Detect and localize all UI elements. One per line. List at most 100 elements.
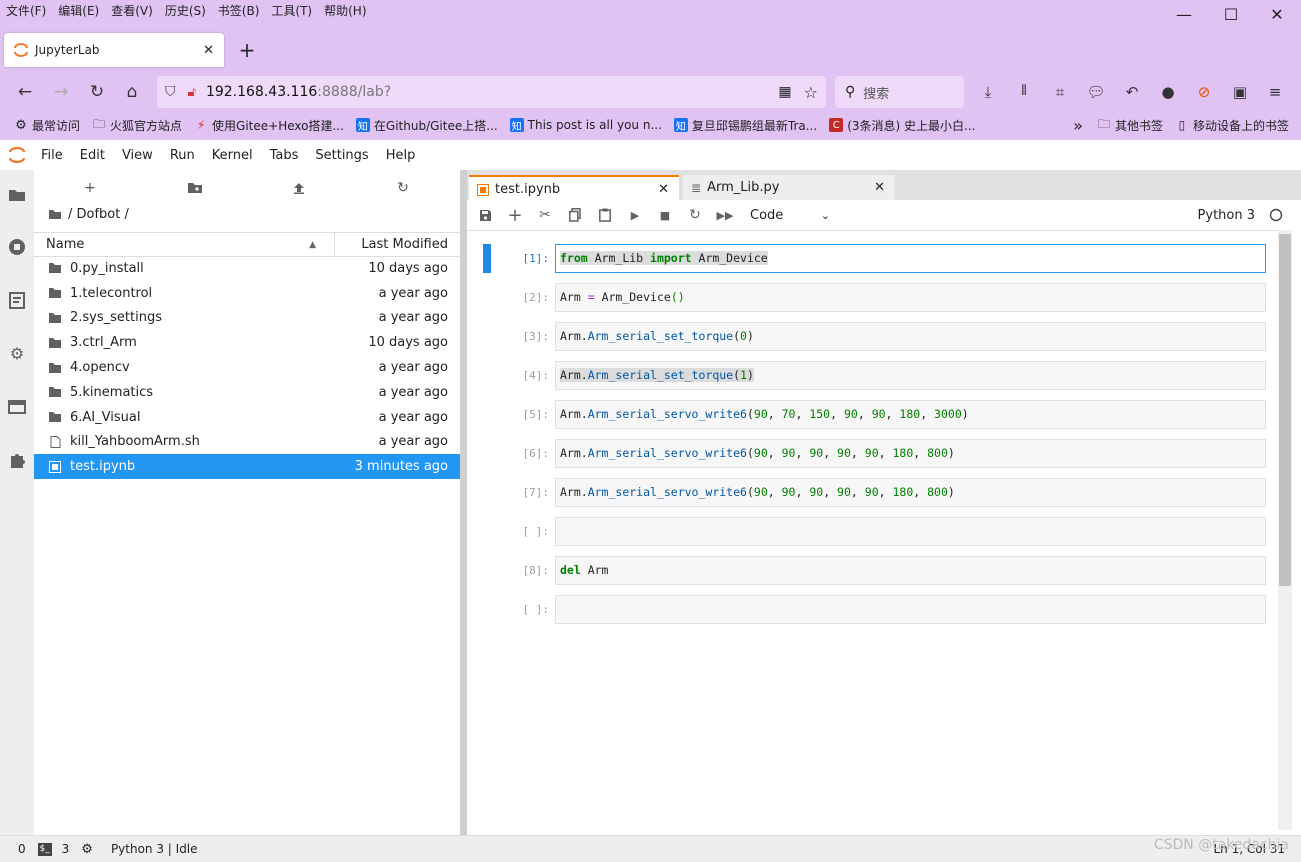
- cell-input[interactable]: Arm.Arm_serial_set_torque(0): [555, 322, 1266, 351]
- qr-code-icon[interactable]: ▦: [778, 84, 791, 100]
- chat-icon[interactable]: 💬︎: [1084, 80, 1108, 104]
- paste-icon[interactable]: [590, 203, 620, 227]
- cell-input[interactable]: [555, 595, 1266, 624]
- cell-input[interactable]: Arm.Arm_serial_servo_write6(90, 90, 90, …: [555, 478, 1266, 507]
- command-palette-icon[interactable]: [0, 285, 34, 315]
- new-folder-icon[interactable]: [183, 178, 207, 198]
- cell-type-select[interactable]: Code ⌄: [750, 208, 830, 223]
- code-cell[interactable]: [6]: Arm.Arm_serial_servo_write6(90, 90,…: [483, 439, 1266, 468]
- upload-icon[interactable]: [287, 178, 311, 198]
- column-name-header[interactable]: Name ▲: [34, 233, 335, 256]
- code-cell[interactable]: [2]: Arm = Arm_Device(): [483, 283, 1266, 312]
- new-tab-button[interactable]: +: [236, 38, 258, 62]
- code-cell[interactable]: [ ]:: [483, 517, 1266, 546]
- cell-input[interactable]: Arm.Arm_serial_servo_write6(90, 70, 150,…: [555, 400, 1266, 429]
- tab-test-ipynb[interactable]: test.ipynb ✕: [469, 175, 679, 202]
- maximize-button[interactable]: ☐: [1208, 0, 1254, 28]
- restart-icon[interactable]: ↻: [680, 203, 710, 227]
- jp-menu-help[interactable]: Help: [386, 148, 416, 163]
- close-window-button[interactable]: ✕: [1254, 0, 1300, 28]
- reload-icon[interactable]: ↻: [84, 80, 110, 104]
- column-modified-header[interactable]: Last Modified: [335, 237, 460, 252]
- insert-cell-icon[interactable]: +: [500, 203, 530, 227]
- restart-run-all-icon[interactable]: ▶▶: [710, 203, 740, 227]
- menu-tools[interactable]: 工具(T): [271, 2, 312, 19]
- menu-view[interactable]: 查看(V): [111, 2, 153, 19]
- extension-manager-icon[interactable]: [0, 445, 34, 475]
- cell-input[interactable]: from Arm_Lib import Arm_Device: [555, 244, 1266, 273]
- bookmark-item[interactable]: 知 This post is all you n...: [509, 118, 662, 133]
- property-inspector-icon[interactable]: ⚙: [0, 338, 34, 368]
- minimize-button[interactable]: —: [1161, 0, 1207, 28]
- jp-menu-tabs[interactable]: Tabs: [270, 148, 299, 163]
- scrollbar-thumb[interactable]: [1279, 234, 1291, 586]
- bookmark-item[interactable]: C (3条消息) 史上最小白...: [829, 117, 975, 134]
- folder-icon[interactable]: [48, 209, 62, 220]
- copy-icon[interactable]: [560, 203, 590, 227]
- code-cell[interactable]: [3]: Arm.Arm_serial_set_torque(0): [483, 322, 1266, 351]
- bookmark-item[interactable]: 知 复旦邱锡鹏组最新Tra...: [673, 117, 817, 134]
- folder-icon[interactable]: [0, 180, 34, 210]
- library-icon[interactable]: 𝍪: [1012, 80, 1036, 104]
- breadcrumb-path[interactable]: / Dofbot /: [68, 207, 129, 222]
- kernel-state[interactable]: Python 3 | Idle: [111, 842, 198, 856]
- bookmark-item[interactable]: ⚙ 最常访问: [14, 117, 80, 134]
- block-icon[interactable]: ⊘: [1192, 80, 1216, 104]
- close-tab-icon[interactable]: ✕: [874, 180, 885, 195]
- other-bookmarks[interactable]: 🗀 其他书签: [1097, 117, 1163, 134]
- downloads-icon[interactable]: ⤓: [976, 80, 1000, 104]
- cut-icon[interactable]: ✂: [530, 203, 560, 227]
- bookmark-item[interactable]: 🗀 火狐官方站点: [92, 117, 182, 134]
- panel-splitter[interactable]: [460, 170, 467, 835]
- jp-menu-edit[interactable]: Edit: [80, 148, 105, 163]
- home-icon[interactable]: ⌂: [119, 80, 145, 104]
- code-cell[interactable]: [8]: del Arm: [483, 556, 1266, 585]
- menu-bookmarks[interactable]: 书签(B): [218, 2, 260, 19]
- terminals-count[interactable]: 0: [18, 842, 26, 856]
- cell-input[interactable]: Arm.Arm_serial_set_torque(1): [555, 361, 1266, 390]
- refresh-icon[interactable]: ↻: [391, 178, 415, 198]
- jp-menu-kernel[interactable]: Kernel: [212, 148, 253, 163]
- close-tab-icon[interactable]: ✕: [203, 43, 214, 58]
- running-kernels-icon[interactable]: [0, 232, 34, 262]
- extension-balls-icon[interactable]: ●: [1156, 80, 1180, 104]
- cell-input[interactable]: Arm.Arm_serial_servo_write6(90, 90, 90, …: [555, 439, 1266, 468]
- file-list-row[interactable]: 1.telecontrol a year ago: [34, 281, 460, 306]
- save-icon[interactable]: [470, 203, 500, 227]
- file-list-row[interactable]: 2.sys_settings a year ago: [34, 306, 460, 331]
- jp-menu-view[interactable]: View: [122, 148, 153, 163]
- tab-arm-lib-py[interactable]: ≣ Arm_Lib.py ✕: [683, 175, 895, 200]
- menu-edit[interactable]: 编辑(E): [58, 2, 99, 19]
- new-launcher-icon[interactable]: +: [78, 178, 102, 198]
- file-list-row[interactable]: 5.kinematics a year ago: [34, 380, 460, 405]
- code-cell[interactable]: [7]: Arm.Arm_serial_servo_write6(90, 90,…: [483, 478, 1266, 507]
- jp-menu-run[interactable]: Run: [170, 148, 195, 163]
- cell-input[interactable]: del Arm: [555, 556, 1266, 585]
- file-list-row[interactable]: 3.ctrl_Arm 10 days ago: [34, 330, 460, 355]
- file-list-row[interactable]: 6.AI_Visual a year ago: [34, 405, 460, 430]
- bookmark-star-icon[interactable]: ☆: [804, 83, 818, 102]
- menu-history[interactable]: 历史(S): [165, 2, 206, 19]
- back-icon[interactable]: ←: [12, 80, 38, 104]
- file-list-row[interactable]: 0.py_install 10 days ago: [34, 256, 460, 281]
- stop-icon[interactable]: ■: [650, 203, 680, 227]
- bookmarks-overflow-button[interactable]: »: [1073, 116, 1083, 135]
- jp-menu-file[interactable]: File: [41, 148, 63, 163]
- code-cell[interactable]: [4]: Arm.Arm_serial_set_torque(1): [483, 361, 1266, 390]
- menu-file[interactable]: 文件(F): [6, 2, 46, 19]
- addon-icon[interactable]: ▣: [1228, 80, 1252, 104]
- shield-icon[interactable]: ⛉: [165, 84, 176, 100]
- menu-help[interactable]: 帮助(H): [324, 2, 366, 19]
- kernel-name[interactable]: Python 3: [1198, 208, 1255, 223]
- undo-icon[interactable]: ↶: [1120, 80, 1144, 104]
- insecure-lock-icon[interactable]: 🔓︎: [188, 85, 196, 100]
- run-icon[interactable]: ▶: [620, 203, 650, 227]
- url-bar[interactable]: ⛉ 🔓︎ 192.168.43.116:8888/lab? ▦ ☆: [157, 76, 826, 108]
- crop-icon[interactable]: ⌗: [1048, 80, 1072, 104]
- search-box[interactable]: ⚲ 搜索: [835, 76, 964, 108]
- file-list-row[interactable]: 4.opencv a year ago: [34, 355, 460, 380]
- kernels-count[interactable]: 3: [62, 842, 70, 856]
- browser-tab-jupyterlab[interactable]: JupyterLab ✕: [4, 33, 224, 67]
- code-cell[interactable]: [5]: Arm.Arm_serial_servo_write6(90, 70,…: [483, 400, 1266, 429]
- forward-icon[interactable]: →: [48, 80, 74, 104]
